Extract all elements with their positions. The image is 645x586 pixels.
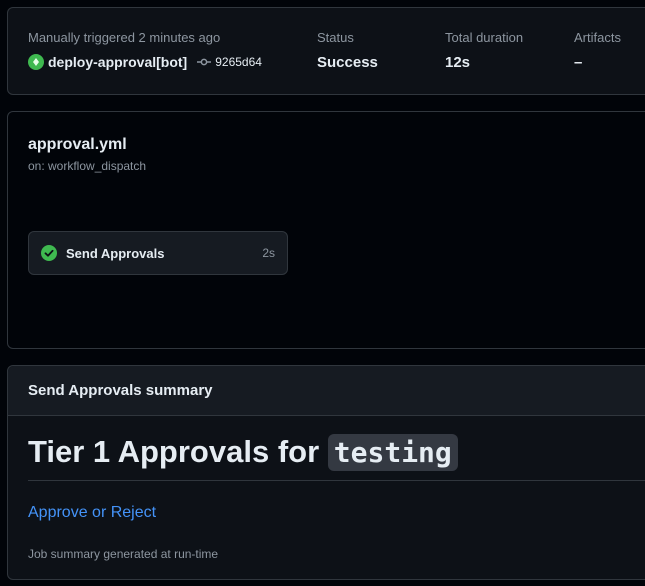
summary-header: Send Approvals summary [8,366,645,416]
run-summary-card: Manually triggered 2 minutes ago deploy-… [7,7,645,95]
status-column: Status Success [317,30,378,71]
status-label: Status [317,30,354,45]
summary-footnote: Job summary generated at run-time [28,547,219,561]
actor-row: deploy-approval[bot] 9265d64 [28,54,262,70]
artifacts-label: Artifacts [574,30,621,45]
duration-column: Total duration 12s [445,30,523,71]
summary-heading: Tier 1 Approvals for testing [28,434,645,481]
trigger-text: Manually triggered 2 minutes ago [28,30,221,45]
duration-label: Total duration [445,30,524,45]
approve-or-reject-link[interactable]: Approve or Reject [28,504,156,522]
commit-sha: 9265d64 [215,55,262,69]
workflow-trigger: on: workflow_dispatch [28,159,147,173]
git-commit-icon [197,58,212,66]
trigger-column: Manually triggered 2 minutes ago deploy-… [28,30,262,70]
environment-code: testing [327,434,458,471]
workflow-file-name: approval.yml [28,136,127,153]
workflow-graph-card: approval.yml on: workflow_dispatch Send … [7,111,645,349]
artifacts-column: Artifacts – [574,30,621,71]
actor-link[interactable]: deploy-approval[bot] [48,54,187,70]
job-node-send-approvals[interactable]: Send Approvals 2s [28,231,288,275]
bot-avatar-icon [28,54,44,70]
job-name: Send Approvals [66,245,165,261]
job-summary-card: Send Approvals summary Tier 1 Approvals … [7,365,645,580]
job-duration: 2s [262,246,275,260]
artifacts-value: – [574,54,583,71]
check-circle-fill-icon [41,245,57,261]
duration-value: 12s [445,54,471,71]
status-value: Success [317,54,378,71]
commit-link[interactable]: 9265d64 [197,55,262,69]
summary-heading-text: Tier 1 Approvals for [28,434,328,469]
